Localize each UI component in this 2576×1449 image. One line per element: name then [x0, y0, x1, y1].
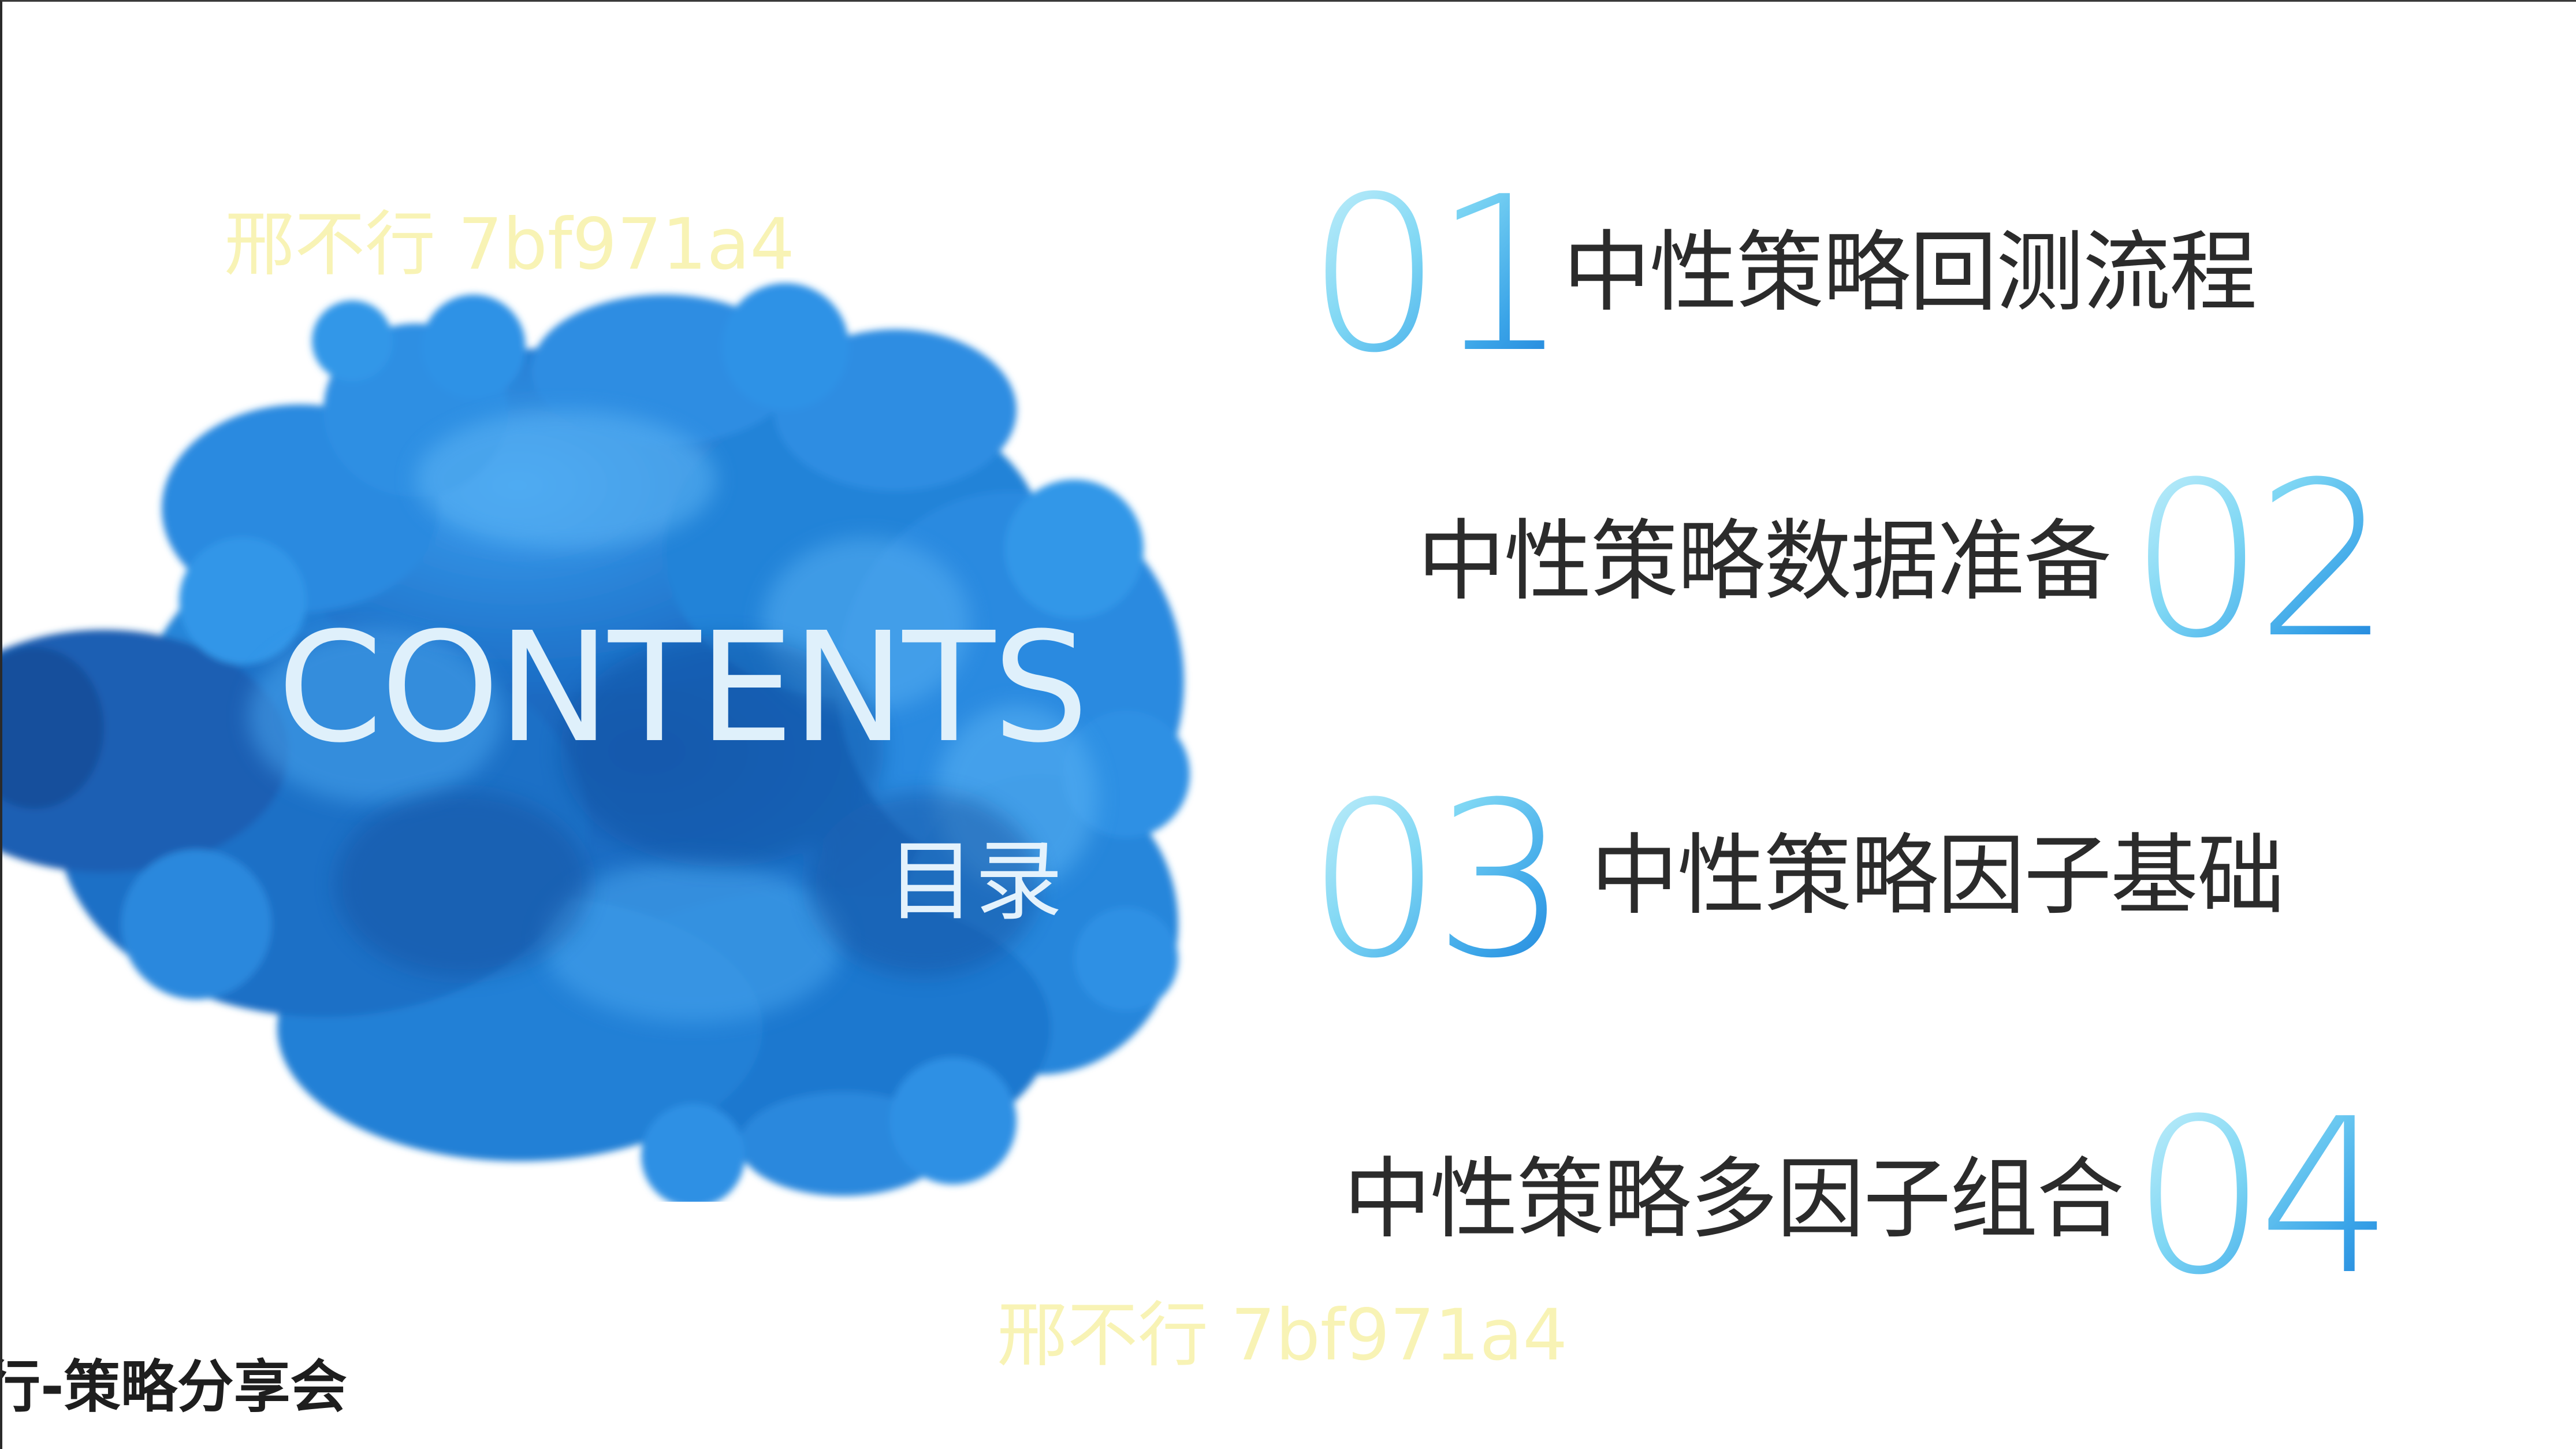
footer-caption: 行-策略分享会 [0, 1354, 347, 1420]
item-label-01: 中性策略回测流程 [1563, 221, 2257, 324]
slide: CONTENTS 目录 01 中性策略回测流程 中性策略数据准备 02 03 中… [0, 0, 2576, 1449]
item-label-03: 中性策略因子基础 [1591, 824, 2285, 927]
watermark-bottom: 邢不行 7bf971a4 [997, 1294, 1568, 1376]
item-label-04: 中性策略多因子组合 [1343, 1148, 2124, 1250]
item-label-02: 中性策略数据准备 [1417, 510, 2112, 612]
contents-subtitle: 目录 [887, 830, 1063, 932]
item-number-04: 04 [2131, 1073, 2394, 1322]
item-number-03: 03 [1306, 757, 1569, 1005]
item-number-02: 02 [2129, 437, 2392, 685]
item-number-01: 01 [1306, 151, 1569, 400]
contents-title: CONTENTS [277, 600, 1089, 776]
watermark-top: 邢不行 7bf971a4 [224, 203, 795, 285]
